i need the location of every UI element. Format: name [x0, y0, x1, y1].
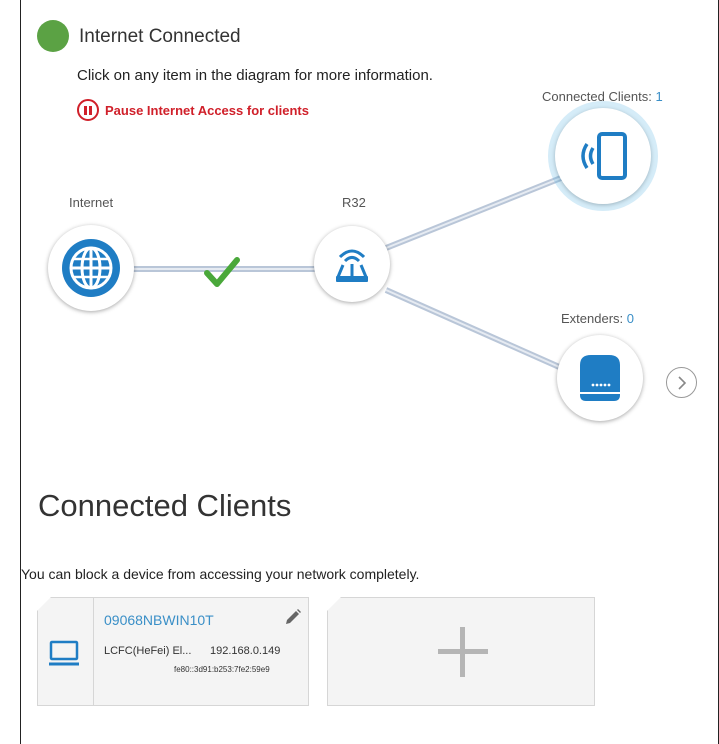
- block-note: You can block a device from accessing yo…: [21, 566, 420, 582]
- client-vendor: LCFC(HeFei) El...: [104, 645, 192, 657]
- client-ipv6: fe80::3d91:b253:7fe2:59e9: [174, 665, 270, 674]
- phone-wireless-icon: [581, 132, 627, 180]
- next-button[interactable]: [666, 367, 697, 398]
- extenders-node[interactable]: [557, 335, 643, 421]
- router-label: R32: [342, 195, 366, 210]
- connected-clients-label: Connected Clients: 1: [542, 89, 663, 104]
- connected-clients-node[interactable]: [555, 108, 651, 204]
- client-ipv4: 192.168.0.149: [210, 645, 281, 657]
- card-divider: [93, 598, 94, 706]
- page-frame: Internet Connected Click on any item in …: [20, 0, 719, 744]
- extender-icon: [580, 355, 620, 401]
- chevron-right-icon: [677, 375, 686, 390]
- internet-node[interactable]: [48, 225, 134, 311]
- plus-icon: [438, 627, 488, 677]
- link-router-clients: [384, 175, 563, 251]
- section-title: Connected Clients: [38, 488, 292, 523]
- link-router-extenders: [384, 287, 568, 373]
- client-name[interactable]: 09068NBWIN10T: [104, 612, 214, 628]
- extenders-count: 0: [626, 311, 635, 326]
- edit-icon[interactable]: [284, 608, 302, 631]
- router-icon: [336, 249, 368, 282]
- connected-clients-count: 1: [655, 89, 663, 104]
- extenders-label: Extenders: 0: [561, 311, 635, 326]
- globe-icon: [62, 239, 120, 297]
- add-client-card[interactable]: [327, 597, 595, 706]
- router-node[interactable]: [314, 226, 390, 302]
- laptop-icon: [48, 637, 80, 674]
- internet-label: Internet: [69, 195, 114, 210]
- client-card[interactable]: 09068NBWIN10T LCFC(HeFei) El... 192.168.…: [37, 597, 309, 706]
